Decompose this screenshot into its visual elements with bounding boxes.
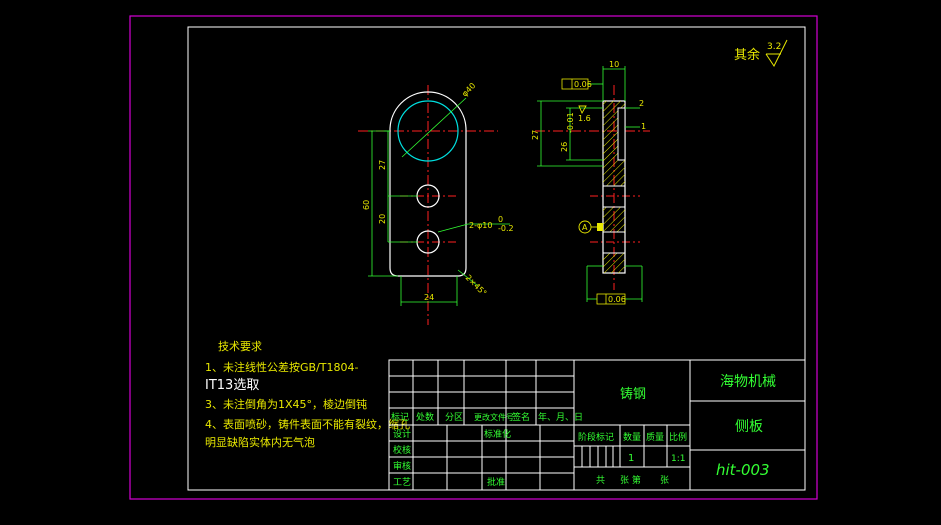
tech-req-line-1: 1、未注线性公差按GB/T1804- (205, 360, 358, 374)
tb-header-signature: 签名 (512, 411, 530, 423)
dim-side-offset-2: 2 (639, 99, 644, 108)
datum-a-label: A (582, 223, 588, 232)
dim-upper-span: 27 (378, 160, 387, 170)
dim-hole-tol-upper: 0 (498, 215, 503, 224)
tech-req-line-3: 3、未注倒角为1X45°，棱边倒钝 (205, 397, 367, 411)
dim-side-height-26-tol: -0.01 (566, 112, 575, 133)
tb-stage-mark: 阶段标记 (578, 431, 614, 443)
tb-process: 工艺 (393, 477, 411, 488)
tb-sheets-end: 张 (660, 475, 669, 486)
side-view: 10 2 1 27 26 -0.01 1.6 0.06 A 0.06 (531, 60, 650, 305)
technical-requirements: 技术要求 1、未注线性公差按GB/T1804- IT13选取 3、未注倒角为1X… (205, 340, 410, 449)
dim-lower-span: 20 (378, 214, 387, 224)
dim-side-offset-1: 1 (641, 122, 646, 131)
tb-check: 校核 (393, 444, 411, 456)
tech-req-line-4: 4、表面喷砂，铸件表面不能有裂纹，缩孔 (205, 417, 410, 431)
tolerance-bottom-value: 0.06 (608, 295, 626, 304)
tb-design: 设计 (393, 428, 411, 440)
dim-side-height-27: 27 (531, 130, 540, 140)
tech-req-line-5: 明显缺陷实体内无气泡 (205, 435, 315, 449)
dim-holes: 2-φ10 (469, 221, 492, 230)
surface-finish-label: 其余 (734, 47, 760, 63)
tech-req-title: 技术要求 (218, 340, 262, 353)
drawing-canvas: 其余 3.2 φ40 27 20 60 24 2-φ10 0 -0.2 2×45… (129, 15, 818, 500)
dim-side-thickness: 10 (609, 60, 619, 69)
tb-review: 审核 (393, 460, 411, 472)
tolerance-top-value: 0.06 (574, 80, 592, 89)
surface-finish-note: 其余 3.2 (734, 39, 788, 67)
tb-approve: 批准 (487, 476, 505, 488)
tb-weight: 质量 (646, 431, 664, 443)
tb-sheet-no: 张 第 (620, 474, 641, 486)
tb-company: 海物机械 (720, 374, 776, 390)
surface-finish-value: 3.2 (767, 42, 781, 52)
side-roughness: 1.6 (578, 114, 591, 123)
tb-drawing-no: hit-003 (716, 461, 770, 479)
title-block-text: 标记 处数 分区 更改文件号 签名 年、月、日 设计 标准化 校核 审核 工艺 … (391, 374, 776, 488)
tb-quantity: 数量 (623, 431, 641, 443)
dim-total-height: 60 (362, 200, 371, 210)
dim-circle-dia: φ40 (460, 81, 477, 98)
tb-header-change-doc: 更改文件号 (474, 412, 514, 422)
front-view: φ40 27 20 60 24 2-φ10 0 -0.2 2×45° (358, 81, 514, 325)
tb-part-name: 侧板 (735, 419, 763, 435)
tb-header-date: 年、月、日 (538, 411, 583, 423)
dim-hole-tol-lower: -0.2 (498, 224, 514, 233)
tb-scale-value: 1:1 (671, 454, 685, 464)
dim-chamfer: 2×45° (464, 273, 489, 298)
tech-req-line-2: IT13选取 (205, 378, 259, 393)
roughness-small-icon (578, 105, 587, 115)
dim-width: 24 (424, 293, 434, 302)
tb-scale: 比例 (669, 431, 687, 443)
tb-header-zone: 分区 (445, 412, 463, 423)
tb-standardization: 标准化 (484, 428, 511, 440)
tb-sheets-total: 共 (596, 475, 605, 486)
tb-header-mark: 标记 (391, 411, 409, 423)
tb-material: 铸钢 (620, 386, 646, 402)
tb-header-count: 处数 (416, 411, 434, 423)
dim-side-height-26: 26 (560, 142, 569, 152)
tb-quantity-value: 1 (628, 453, 634, 464)
